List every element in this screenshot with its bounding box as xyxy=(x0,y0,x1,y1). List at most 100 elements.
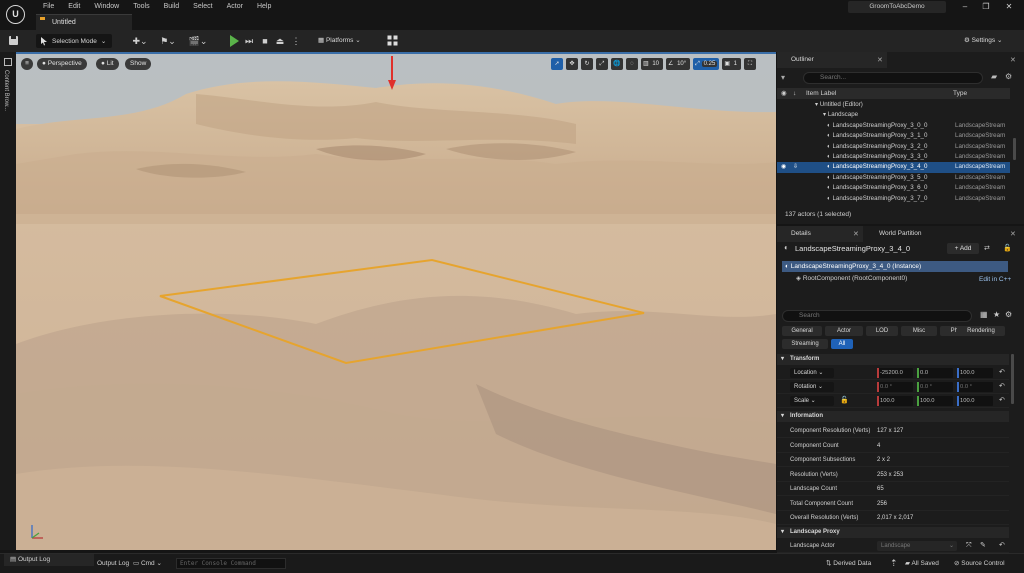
details-settings-icon[interactable]: ⚙ xyxy=(1005,310,1012,319)
tree-row-proxy[interactable]: ◐ LandscapeStreamingProxy_3_3_0 Landscape… xyxy=(777,152,1010,162)
content-browser-tab[interactable]: Content Brow... xyxy=(3,70,9,111)
type-header[interactable]: Type xyxy=(953,88,967,99)
browse-icon[interactable]: ⤧ xyxy=(966,539,972,553)
select-tool-icon[interactable]: ➚ xyxy=(551,58,563,70)
folder-add-icon[interactable]: ▰ xyxy=(991,72,997,81)
scale-tool-icon[interactable]: ⤢ xyxy=(596,58,608,70)
content-drawer-tab[interactable]: ▤ Output Log xyxy=(4,554,94,566)
menu-edit[interactable]: Edit xyxy=(61,2,87,11)
save-icon[interactable] xyxy=(7,35,19,47)
tree-row-proxy[interactable]: ◐ LandscapeStreamingProxy_3_5_0 Landscape… xyxy=(777,173,1010,183)
menu-file[interactable]: File xyxy=(36,2,61,11)
rotation-z-input[interactable]: 0.0 ° xyxy=(957,382,993,392)
menu-select[interactable]: Select xyxy=(186,2,219,11)
surface-snap-icon[interactable]: ◌ xyxy=(626,58,638,70)
rotation-y-input[interactable]: 0.0 ° xyxy=(917,382,953,392)
output-log-tab[interactable]: Output Log xyxy=(97,554,129,573)
menu-window[interactable]: Window xyxy=(87,2,126,11)
menu-help[interactable]: Help xyxy=(250,2,278,11)
scale-y-input[interactable]: 100.0 xyxy=(917,396,953,406)
step-icon[interactable]: ⏭ xyxy=(244,35,254,47)
picker-icon[interactable]: ✎ xyxy=(980,539,986,553)
add-actor-icon[interactable]: ✚⌄ xyxy=(130,35,150,47)
details-tab[interactable]: Details xyxy=(777,226,863,242)
scale-snap-icon[interactable]: ⤢ 0.25 xyxy=(693,58,720,70)
tree-row-proxy[interactable]: ◐ LandscapeStreamingProxy_3_1_0 Landscape… xyxy=(777,131,1010,141)
grid-icon[interactable] xyxy=(386,35,398,47)
tree-row-proxy[interactable]: ◐ LandscapeStreamingProxy_3_2_0 Landscape… xyxy=(777,142,1010,152)
outliner-close-icon[interactable]: ✕ xyxy=(877,56,883,64)
world-partition-tab[interactable]: World Partition xyxy=(865,226,955,242)
reset-landscape-actor-icon[interactable]: ↶ xyxy=(999,539,1005,553)
instance-row[interactable]: ◐ LandscapeStreamingProxy_3_4_0 (Instanc… xyxy=(782,261,1008,272)
perspective-button[interactable]: ● Perspective xyxy=(37,58,87,70)
eject-icon[interactable]: ⏏ xyxy=(275,35,285,47)
filter-icon[interactable]: ▾ xyxy=(781,73,785,82)
blueprint-icon[interactable]: ⚑⌄ xyxy=(158,35,178,47)
platforms-dropdown[interactable]: ▦ Platforms ⌄ xyxy=(318,36,361,44)
location-y-input[interactable]: 0.0 xyxy=(917,368,953,378)
location-dropdown[interactable]: Location ⌄ xyxy=(790,368,834,378)
play-button[interactable] xyxy=(230,35,239,47)
details-scrollbar[interactable] xyxy=(1011,354,1014,404)
all-saved-button[interactable]: ▰ All Saved xyxy=(905,554,939,573)
world-local-icon[interactable]: 🌐 xyxy=(611,58,623,70)
minimize-icon[interactable]: – xyxy=(958,2,972,12)
filter-misc[interactable]: Misc xyxy=(901,326,937,336)
tree-row-proxy[interactable]: ◐ LandscapeStreamingProxy_3_6_0 Landscape… xyxy=(777,183,1010,193)
tree-row-landscape[interactable]: ▾ Landscape xyxy=(777,110,1010,120)
source-control-button[interactable]: ⊘ Source Control xyxy=(954,554,1005,573)
details-panel-close-icon[interactable]: ✕ xyxy=(1010,230,1016,238)
information-category[interactable]: ▾ Information xyxy=(777,411,1009,422)
rotation-x-input[interactable]: 0.0 ° xyxy=(877,382,913,392)
favorite-star-icon[interactable]: ★ xyxy=(993,310,1000,319)
blueprint-convert-icon[interactable]: ⇄ xyxy=(984,244,990,252)
tree-row-untitled[interactable]: ▾ Untitled (Editor) xyxy=(777,100,1010,110)
settings-dropdown[interactable]: ⚙ Settings ⌄ xyxy=(964,36,1002,44)
unreal-logo-icon[interactable]: U xyxy=(6,5,25,24)
stop-icon[interactable]: ■ xyxy=(260,35,270,47)
reset-rotation-icon[interactable]: ↶ xyxy=(999,380,1005,394)
tree-row-proxy[interactable]: ◐ LandscapeStreamingProxy_3_0_0 Landscape… xyxy=(777,121,1010,131)
filter-rendering[interactable]: Rendering xyxy=(957,326,1005,336)
rotation-snap-icon[interactable]: ∠ 10° xyxy=(666,58,691,70)
scale-dropdown[interactable]: Scale ⌄ xyxy=(790,396,834,406)
menu-build[interactable]: Build xyxy=(157,2,187,11)
document-tab[interactable]: Untitled xyxy=(36,14,132,30)
location-x-input[interactable]: -25200.0 xyxy=(877,368,913,378)
item-label-header[interactable]: Item Label xyxy=(806,88,836,99)
derived-data-button[interactable]: ⇅ Derived Data xyxy=(826,554,871,573)
rotation-dropdown[interactable]: Rotation ⌄ xyxy=(790,382,834,392)
menu-tools[interactable]: Tools xyxy=(126,2,156,11)
landscape-actor-dropdown[interactable]: Landscape ⌄ xyxy=(877,541,957,551)
tree-row-proxy[interactable]: ◐ LandscapeStreamingProxy_3_7_0 Landscape… xyxy=(777,194,1010,204)
console-command-input[interactable]: Enter Console Command xyxy=(176,558,286,569)
viewport-menu-icon[interactable]: ≡ xyxy=(21,58,33,70)
outliner-tab[interactable]: Outliner xyxy=(777,52,887,68)
sequencer-icon[interactable]: 🎬⌄ xyxy=(188,35,208,47)
pin-icon[interactable]: ⇩ xyxy=(793,162,798,172)
filter-all[interactable]: All xyxy=(831,339,853,349)
transform-category[interactable]: ▾ Transform xyxy=(777,354,1009,365)
outliner-search-input[interactable]: Search... xyxy=(803,72,983,84)
maximize-viewport-icon[interactable]: ⛶ xyxy=(744,58,756,70)
root-component-row[interactable]: ◈ RootComponent (RootComponent0) xyxy=(782,273,1008,284)
selection-mode-dropdown[interactable]: Selection Mode ⌄ xyxy=(36,34,112,48)
filter-actor[interactable]: Actor xyxy=(825,326,863,336)
camera-speed-icon[interactable]: ▣ 1 xyxy=(722,58,741,70)
scale-lock-icon[interactable]: 🔓 xyxy=(840,394,849,408)
filter-general[interactable]: General xyxy=(782,326,822,336)
reset-scale-icon[interactable]: ↶ xyxy=(999,394,1005,408)
visibility-eye-icon[interactable]: ◉ xyxy=(781,162,786,172)
location-z-input[interactable]: 100.0 xyxy=(957,368,993,378)
outliner-close-panel-icon[interactable]: ✕ xyxy=(1010,56,1016,64)
add-component-button[interactable]: + Add xyxy=(947,243,979,254)
maximize-icon[interactable]: ❐ xyxy=(979,2,993,12)
content-browser-icon[interactable] xyxy=(4,58,12,66)
reset-location-icon[interactable]: ↶ xyxy=(999,366,1005,380)
scale-z-input[interactable]: 100.0 xyxy=(957,396,993,406)
outliner-settings-icon[interactable]: ⚙ xyxy=(1005,72,1012,81)
level-viewport[interactable]: ≡ ● Perspective ● Lit Show ➚ ✥ ↻ ⤢ 🌐 ◌ ▥… xyxy=(16,52,776,550)
grid-snap-icon[interactable]: ▥ 10 xyxy=(641,58,664,70)
lock-icon[interactable]: 🔓 xyxy=(1003,244,1012,252)
